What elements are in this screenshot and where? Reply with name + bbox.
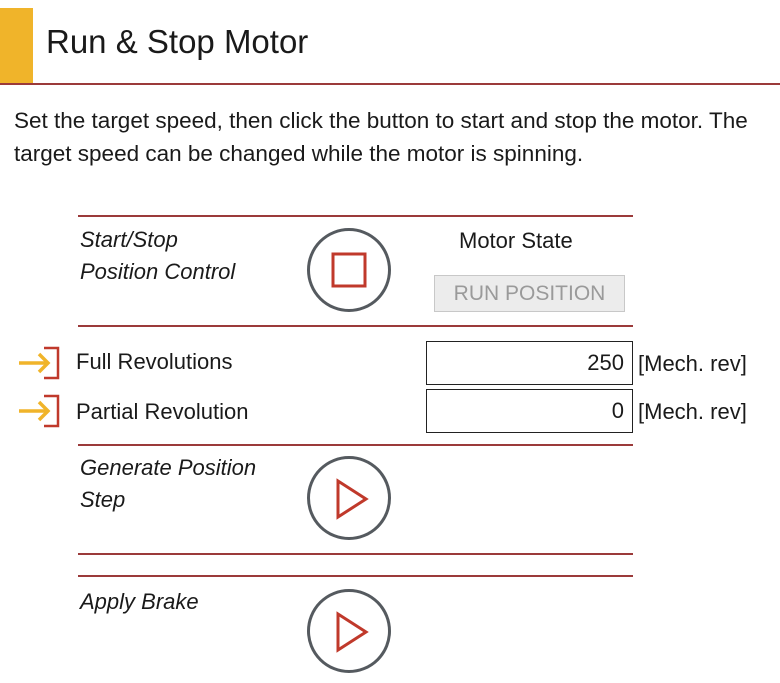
description-text: Set the target speed, then click the but… xyxy=(14,108,748,166)
stop-square-icon xyxy=(331,252,367,288)
generate-step-button[interactable] xyxy=(307,456,391,540)
motor-state-badge: RUN POSITION xyxy=(434,275,625,312)
generate-step-label: Generate Position Step xyxy=(80,452,256,516)
input-arrow-icon xyxy=(19,346,60,380)
start-stop-button[interactable] xyxy=(307,228,391,312)
input-arrow-icon xyxy=(19,394,60,428)
header-accent-bar xyxy=(0,8,33,83)
section-divider xyxy=(78,444,633,446)
generate-step-label-line1: Generate Position xyxy=(80,455,257,480)
generate-step-label-line2: Step xyxy=(80,487,126,512)
full-revolutions-unit: [Mech. rev] xyxy=(638,351,747,376)
section-divider xyxy=(78,575,633,577)
start-stop-label-line2: Position Control xyxy=(80,259,236,284)
full-revolutions-label: Full Revolutions xyxy=(76,349,233,374)
page-title: Run & Stop Motor xyxy=(46,23,309,60)
section-divider xyxy=(78,325,633,327)
start-stop-label: Start/Stop Position Control xyxy=(80,224,235,288)
apply-brake-button[interactable] xyxy=(307,589,391,673)
apply-brake-label: Apply Brake xyxy=(80,589,199,614)
partial-revolution-label: Partial Revolution xyxy=(76,399,249,424)
play-triangle-icon xyxy=(336,478,369,520)
partial-revolution-input[interactable] xyxy=(426,389,633,433)
section-divider xyxy=(78,215,633,217)
partial-revolution-unit: [Mech. rev] xyxy=(638,399,747,424)
start-stop-label-line1: Start/Stop xyxy=(80,227,178,252)
header-divider xyxy=(0,83,780,85)
motor-state-label: Motor State xyxy=(459,228,573,253)
full-revolutions-input[interactable] xyxy=(426,341,633,385)
play-triangle-icon xyxy=(336,611,369,653)
section-divider xyxy=(78,553,633,555)
